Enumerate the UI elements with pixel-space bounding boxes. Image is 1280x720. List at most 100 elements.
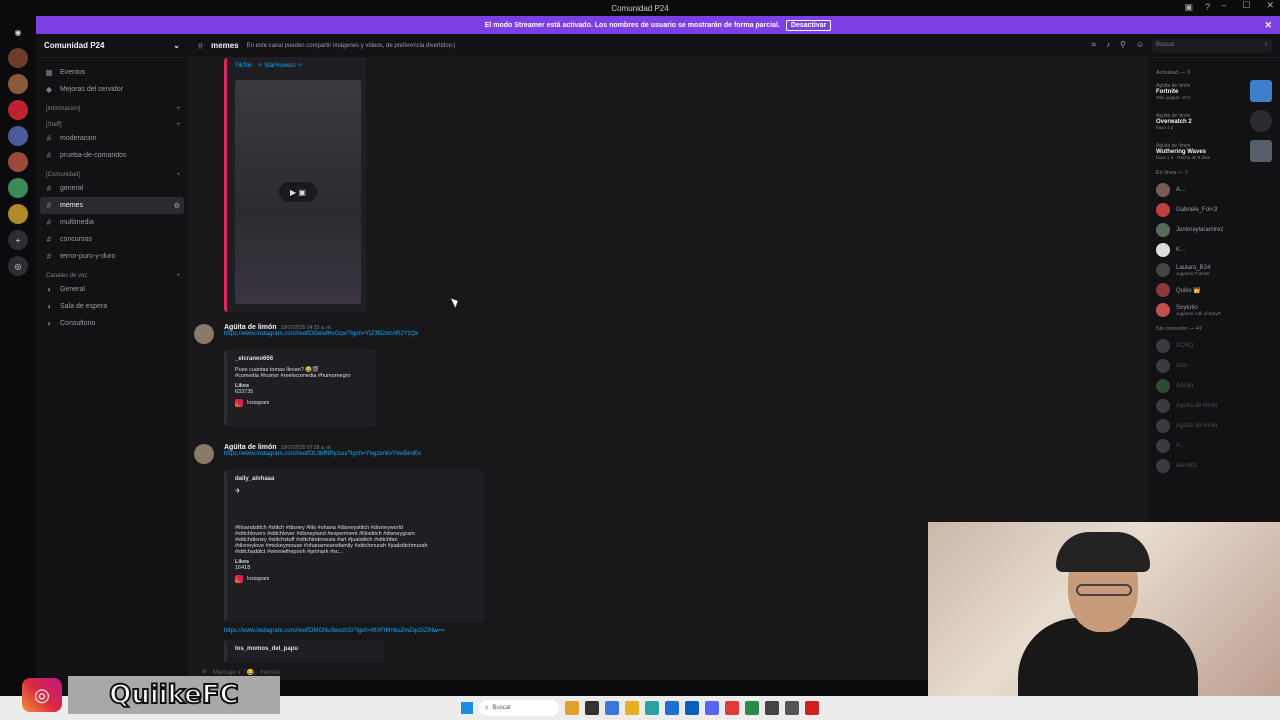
threads-icon[interactable]: ⌗ bbox=[1091, 40, 1096, 50]
category-info[interactable]: [información] + bbox=[36, 98, 188, 114]
member-item[interactable]: Lautaro_B24 Jugando Fortnite bbox=[1156, 260, 1272, 280]
taskbar-app-icon[interactable] bbox=[745, 701, 759, 715]
video-player[interactable]: ▶ ▣ bbox=[235, 80, 361, 304]
close-icon[interactable]: ✕ bbox=[1264, 20, 1272, 31]
channel-concursos[interactable]: # concursos bbox=[36, 231, 188, 248]
member-item[interactable]: Junioraylaramirez bbox=[1156, 220, 1272, 240]
embed-author[interactable]: los_momos_del_papu bbox=[235, 646, 376, 652]
message-composer[interactable]: ⊕ Mensaje #「😂」memes bbox=[188, 662, 928, 680]
server-header[interactable]: Comunidad P24 ⌄ bbox=[36, 34, 188, 58]
taskbar-app-icon[interactable] bbox=[765, 701, 779, 715]
embed-author[interactable]: daily_alohaaa bbox=[235, 476, 476, 482]
category-voice[interactable]: Canales de voz + bbox=[36, 265, 188, 281]
channel-memes[interactable]: # memes ⚙ bbox=[40, 197, 184, 214]
category-comunidad[interactable]: [Comunidad] + bbox=[36, 164, 188, 180]
pin-icon[interactable]: ⚲ bbox=[1120, 40, 1126, 50]
taskbar-app-icon[interactable] bbox=[725, 701, 739, 715]
taskbar-app-icon[interactable] bbox=[645, 701, 659, 715]
voice-channel-general[interactable]: ◖ General bbox=[36, 281, 188, 298]
activity-header: Actividad — 3 bbox=[1156, 70, 1190, 76]
member-item[interactable]: Ado bbox=[1156, 356, 1272, 376]
member-item[interactable]: Gabriele_Fol<3 bbox=[1156, 200, 1272, 220]
avatar[interactable] bbox=[194, 444, 214, 464]
server-icon[interactable] bbox=[8, 100, 28, 120]
play-icon[interactable]: ▶ ▣ bbox=[279, 182, 317, 202]
member-item[interactable]: A... bbox=[1156, 180, 1272, 200]
server-icon[interactable] bbox=[8, 204, 28, 224]
server-icon[interactable] bbox=[8, 74, 28, 94]
help-icon[interactable]: ? bbox=[1205, 2, 1210, 13]
hash-icon: # bbox=[46, 184, 52, 193]
add-channel-icon[interactable]: + bbox=[176, 172, 180, 178]
taskbar-app-icon[interactable] bbox=[805, 701, 819, 715]
inbox-icon[interactable]: ▣ bbox=[1184, 2, 1193, 13]
channel-terror[interactable]: # terror-puro-y-duro bbox=[36, 248, 188, 265]
channel-sidebar: Comunidad P24 ⌄ ▦ Eventos ◆ Mejoras del se… bbox=[36, 34, 188, 696]
webcam-cap bbox=[1056, 532, 1150, 572]
server-icon[interactable] bbox=[8, 48, 28, 68]
taskbar-search[interactable]: ⌕ Buscar bbox=[479, 700, 559, 716]
discord-home-icon[interactable]: ◉ bbox=[8, 22, 28, 42]
speaker-icon: ◖ bbox=[46, 319, 52, 328]
avatar[interactable] bbox=[194, 324, 214, 344]
taskbar-app-icon[interactable] bbox=[625, 701, 639, 715]
message-link[interactable]: https://www.instagram.com/reel/DMGNu3wxz… bbox=[224, 628, 624, 634]
taskbar-app-icon[interactable] bbox=[585, 701, 599, 715]
add-channel-icon[interactable]: + bbox=[176, 106, 180, 112]
member-item[interactable]: Alemill1 bbox=[1156, 456, 1272, 476]
start-icon[interactable] bbox=[461, 702, 473, 714]
taskbar-app-icon[interactable] bbox=[785, 701, 799, 715]
taskbar-app-icon[interactable] bbox=[665, 701, 679, 715]
instagram-icon bbox=[235, 399, 243, 407]
close-window-button[interactable]: ✕ bbox=[1266, 0, 1274, 11]
server-icon[interactable] bbox=[8, 178, 28, 198]
add-attachment-icon[interactable]: ⊕ bbox=[202, 668, 207, 675]
maximize-button[interactable]: ☐ bbox=[1242, 0, 1250, 11]
voice-channel-sala[interactable]: ◖ Sala de espera bbox=[36, 298, 188, 315]
embed-author[interactable]: _elcraneo666 bbox=[235, 356, 368, 362]
message-link[interactable]: https://www.instagram.com/reel/DL3bRIPyz… bbox=[224, 451, 624, 457]
activity-item[interactable]: Agüita de limón Fortnite Más jugado: 19 h bbox=[1156, 80, 1272, 102]
members-icon[interactable]: ☺ bbox=[1136, 40, 1144, 50]
avatar bbox=[1156, 339, 1170, 353]
taskbar-app-icon[interactable] bbox=[565, 701, 579, 715]
message-author[interactable]: Agüita de limón 19/07/2025 07:28 a. m. bbox=[224, 444, 624, 451]
voice-channel-consultorio[interactable]: ◖ Consultorio bbox=[36, 315, 188, 332]
member-item[interactable]: Agüita de limón bbox=[1156, 416, 1272, 436]
message-author[interactable]: Agüita de limón 19/07/2025 04:23 a. m. bbox=[224, 324, 624, 331]
server-icon[interactable] bbox=[8, 152, 28, 172]
member-item[interactable]: ACRO bbox=[1156, 336, 1272, 356]
member-item[interactable]: Quike 👑 bbox=[1156, 280, 1272, 300]
server-icon-active[interactable] bbox=[8, 126, 28, 146]
member-item[interactable]: Agüita de limón bbox=[1156, 396, 1272, 416]
taskbar-app-icon[interactable] bbox=[685, 701, 699, 715]
notifications-icon[interactable]: ♪ bbox=[1106, 40, 1110, 50]
avatar bbox=[1156, 183, 1170, 197]
member-item[interactable]: K... bbox=[1156, 240, 1272, 260]
channel-label: concursos bbox=[60, 236, 92, 243]
explore-icon[interactable]: ◎ bbox=[8, 256, 28, 276]
add-channel-icon[interactable]: + bbox=[176, 273, 180, 279]
channel-prueba-de-comandos[interactable]: # prueba-de-comandos bbox=[36, 147, 188, 164]
member-item[interactable]: A... bbox=[1156, 436, 1272, 456]
taskbar-app-icon[interactable] bbox=[705, 701, 719, 715]
member-item[interactable]: Soytutio Jugando Call of Duty® bbox=[1156, 300, 1272, 320]
member-item[interactable]: Adrian bbox=[1156, 376, 1272, 396]
minimize-button[interactable]: – bbox=[1221, 0, 1226, 11]
disable-streamer-button[interactable]: Desactivar bbox=[785, 19, 832, 31]
channel-multimedia[interactable]: # multimedia bbox=[36, 214, 188, 231]
activity-item[interactable]: Agüita de limón Overwatch 2 hace 4 d bbox=[1156, 110, 1272, 132]
add-channel-icon[interactable]: + bbox=[176, 122, 180, 128]
sidebar-item-boosts[interactable]: ◆ Mejoras del servidor bbox=[36, 81, 188, 98]
channel-general[interactable]: # general bbox=[36, 180, 188, 197]
add-server-icon[interactable]: + bbox=[8, 230, 28, 250]
search-input[interactable]: Buscar ⌕ bbox=[1152, 39, 1272, 53]
message-link[interactable]: https://www.instagram.com/reel/DGeivIHvG… bbox=[224, 331, 624, 337]
taskbar-app-icon[interactable] bbox=[605, 701, 619, 715]
channel-moderacion[interactable]: # moderacion bbox=[36, 130, 188, 147]
embed-title[interactable]: TikTok · ✧ StarHowers ✧ bbox=[235, 62, 302, 69]
settings-icon[interactable]: ⚙ bbox=[174, 202, 180, 210]
category-staff[interactable]: [Staff] + bbox=[36, 114, 188, 130]
activity-item[interactable]: Agüita de limón Wuthering Waves hace 1 d ·… bbox=[1156, 140, 1272, 162]
sidebar-item-events[interactable]: ▦ Eventos bbox=[36, 64, 188, 81]
